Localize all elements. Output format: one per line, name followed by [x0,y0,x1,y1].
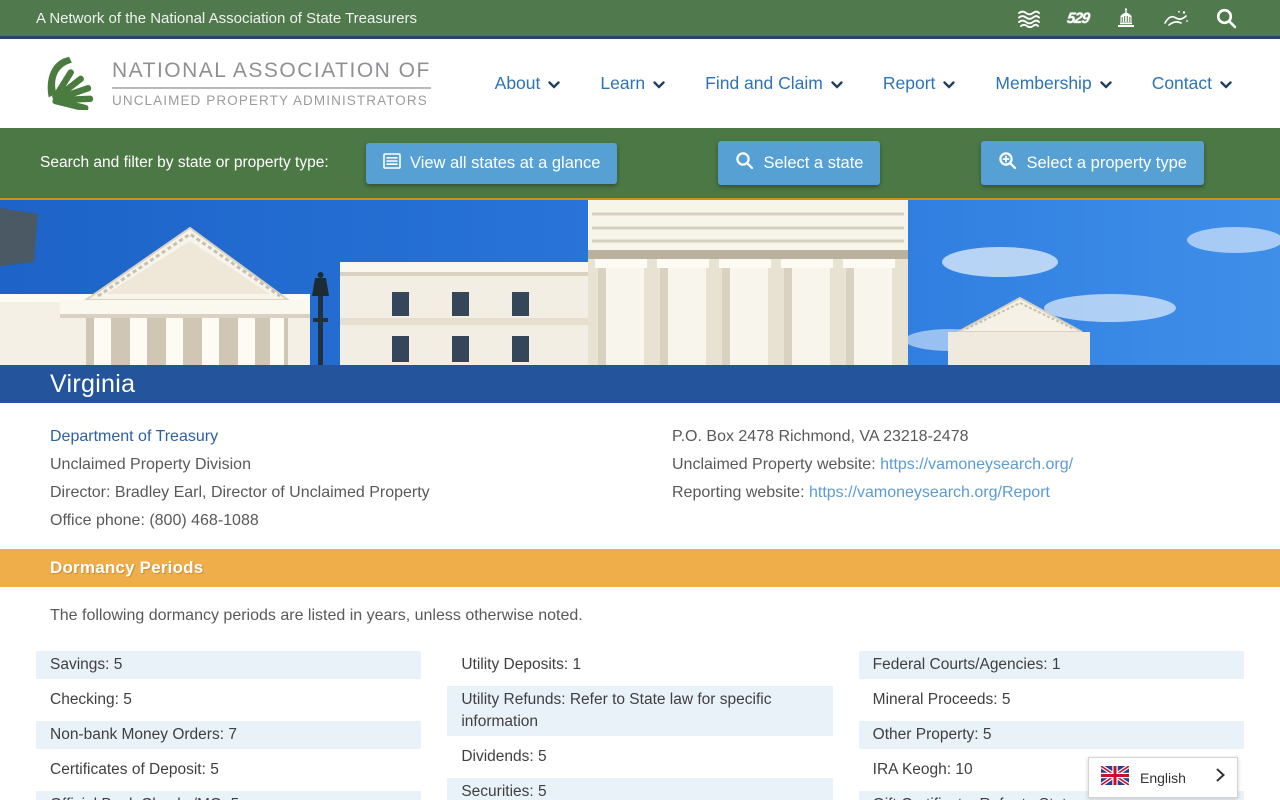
naupa-logo[interactable]: NATIONAL ASSOCIATION OF UNCLAIMED PROPER… [40,52,431,115]
nast-waves-icon[interactable] [1017,9,1041,28]
logo-line-1: NATIONAL ASSOCIATION OF [112,59,431,89]
filter-label: Search and filter by state or property t… [40,153,340,173]
dormancy-item-other-property: Other Property: 5 [859,721,1244,749]
dormancy-column-2: Utility Deposits: 1 Utility Refunds: Ref… [447,651,832,800]
reporting-website-link[interactable]: https://vamoneysearch.org/Report [809,484,1050,501]
nav-item-about[interactable]: About [495,73,561,94]
list-icon [383,153,401,174]
dormancy-item-dividends: Dividends: 5 [447,743,832,771]
treasury-flourish-icon[interactable] [1163,9,1189,28]
nav-label: Membership [995,73,1091,94]
chevron-down-icon [653,81,665,89]
dormancy-item-savings: Savings: 5 [36,651,421,679]
language-selector[interactable]: English [1088,757,1238,798]
logo-wordmark: NATIONAL ASSOCIATION OF UNCLAIMED PROPER… [112,59,431,108]
dormancy-periods-header: Dormancy Periods [0,549,1280,587]
dormancy-item-nonbank-money-orders: Non-bank Money Orders: 7 [36,721,421,749]
nav-item-find-and-claim[interactable]: Find and Claim [705,73,843,94]
nav-item-membership[interactable]: Membership [995,73,1111,94]
select-state-button[interactable]: Select a state [718,141,880,185]
contact-right-column: P.O. Box 2478 Richmond, VA 23218-2478 Un… [640,423,1230,535]
dormancy-column-1: Savings: 5 Checking: 5 Non-bank Money Or… [36,651,421,800]
state-filter-bar: Search and filter by state or property t… [0,128,1280,200]
filter-button-group: View all states at a glance Select a sta… [340,141,1240,185]
search-icon[interactable] [1215,7,1238,30]
network-tagline: A Network of the National Association of… [36,10,417,27]
contact-section: Department of Treasury Unclaimed Propert… [0,403,1280,543]
dormancy-title: Dormancy Periods [50,558,203,578]
language-label: English [1140,770,1205,786]
search-plus-icon [998,151,1017,175]
division-text: Unclaimed Property Division [50,451,640,479]
nav-label: Report [883,73,936,94]
reporting-line: Reporting website: https://vamoneysearch… [672,479,1230,507]
director-text: Director: Bradley Earl, Director of Uncl… [50,479,640,507]
reporting-label: Reporting website: [672,484,809,501]
dormancy-item-utility-refunds: Utility Refunds: Refer to State law for … [447,686,832,736]
dormancy-item-checking: Checking: 5 [36,686,421,714]
page-title: Virginia [50,370,135,399]
capitol-dome-icon[interactable] [1115,8,1137,28]
button-label: Select a property type [1026,154,1187,173]
search-icon [735,151,754,175]
dormancy-note: The following dormancy periods are liste… [0,587,1280,625]
chevron-down-icon [1100,81,1112,89]
site-header: NATIONAL ASSOCIATION OF UNCLAIMED PROPER… [0,39,1280,128]
state-hero-image [0,200,1280,365]
dormancy-item-securities: Securities: 5 [447,778,832,800]
chevron-right-icon [1216,768,1225,787]
dormancy-item-federal-courts: Federal Courts/Agencies: 1 [859,651,1244,679]
nav-label: Learn [600,73,645,94]
view-all-states-button[interactable]: View all states at a glance [366,143,617,184]
button-label: View all states at a glance [410,154,600,173]
address-text: P.O. Box 2478 Richmond, VA 23218-2478 [672,423,1230,451]
naupa-fan-icon [40,52,98,115]
uk-flag-icon [1101,766,1129,790]
nav-item-contact[interactable]: Contact [1152,73,1232,94]
chevron-down-icon [1220,81,1232,89]
unclaimed-property-website-link[interactable]: https://vamoneysearch.org/ [880,456,1073,473]
529-icon[interactable]: 529 [1066,10,1090,27]
chevron-down-icon [548,81,560,89]
website-line: Unclaimed Property website: https://vamo… [672,451,1230,479]
dormancy-item-official-bank-checks: Official Bank Checks/MO: 5 [36,791,421,800]
dormancy-item-utility-deposits: Utility Deposits: 1 [447,651,832,679]
nav-label: Contact [1152,73,1212,94]
topbar-icon-group: 529 [1017,7,1238,30]
website-label: Unclaimed Property website: [672,456,880,473]
dormancy-item-mineral-proceeds: Mineral Proceeds: 5 [859,686,1244,714]
select-property-type-button[interactable]: Select a property type [981,141,1204,185]
chevron-down-icon [943,81,955,89]
nav-item-learn[interactable]: Learn [600,73,665,94]
dormancy-item-certificates-of-deposit: Certificates of Deposit: 5 [36,756,421,784]
office-phone-text: Office phone: (800) 468-1088 [50,507,640,535]
nav-label: About [495,73,541,94]
top-utility-bar: A Network of the National Association of… [0,0,1280,39]
nav-item-report[interactable]: Report [883,73,956,94]
logo-line-2: UNCLAIMED PROPERTY ADMINISTRATORS [112,89,431,108]
chevron-down-icon [831,81,843,89]
nav-label: Find and Claim [705,73,823,94]
department-link[interactable]: Department of Treasury [50,423,640,451]
contact-left-column: Department of Treasury Unclaimed Propert… [50,423,640,535]
main-nav: About Learn Find and Claim Report Member… [495,73,1232,94]
button-label: Select a state [763,154,863,173]
state-title-bar: Virginia [0,365,1280,403]
